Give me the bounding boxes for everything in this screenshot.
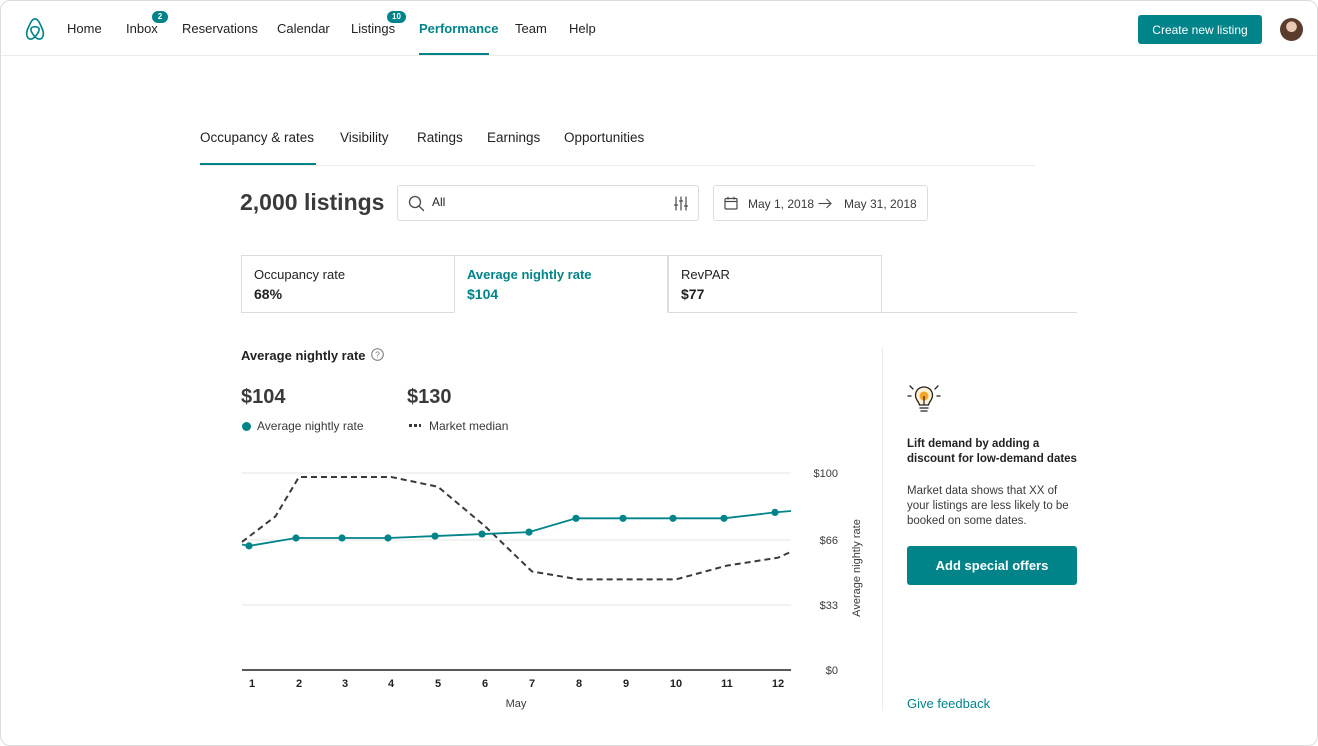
x-tick-label: 3 — [342, 678, 348, 690]
data-point — [245, 542, 253, 550]
app-window: Home Inbox 2 Reservations Calendar Listi… — [0, 0, 1318, 746]
x-tick-label: 12 — [772, 678, 784, 690]
data-point — [338, 534, 346, 542]
tip-title: Lift demand by adding a discount for low… — [907, 438, 1077, 465]
data-point — [431, 532, 439, 540]
x-axis-label: May — [506, 698, 527, 710]
give-feedback-link[interactable]: Give feedback — [907, 696, 990, 711]
data-point — [478, 530, 486, 538]
x-tick-label: 8 — [576, 678, 582, 690]
data-point — [720, 514, 728, 522]
y-axis-label: Average nightly rate — [851, 519, 863, 617]
x-tick-label: 10 — [670, 678, 682, 690]
data-point — [525, 528, 533, 536]
data-point — [384, 534, 392, 542]
y-tick-label: $33 — [820, 600, 838, 612]
series-average-rate-line — [241, 510, 792, 547]
y-tick-label: $0 — [826, 665, 838, 677]
x-tick-label: 9 — [623, 678, 629, 690]
x-tick-label: 6 — [482, 678, 488, 690]
data-point — [572, 514, 580, 522]
y-tick-label: $66 — [820, 535, 838, 547]
data-point — [292, 534, 300, 542]
panel-divider — [882, 347, 883, 711]
x-tick-label: 4 — [388, 678, 395, 690]
series-market-median-line — [241, 475, 792, 581]
line-chart: $0$33$66$100Average nightly rate1 2 3 4 5 6 7 8… — [241, 468, 863, 710]
x-tick-label: 1 — [249, 678, 255, 690]
data-point — [771, 508, 779, 516]
y-tick-label: $100 — [814, 468, 838, 480]
data-point — [669, 514, 677, 522]
x-tick-label: 2 — [296, 678, 302, 690]
tip-body: Market data shows that XX of your listin… — [907, 485, 1069, 527]
x-tick-label: 11 — [721, 678, 733, 690]
x-tick-label: 7 — [529, 678, 535, 690]
data-point — [619, 514, 627, 522]
add-special-offers-button[interactable]: Add special offers — [907, 546, 1077, 585]
lightbulb-icon — [907, 385, 941, 412]
x-tick-label: 5 — [435, 678, 441, 690]
